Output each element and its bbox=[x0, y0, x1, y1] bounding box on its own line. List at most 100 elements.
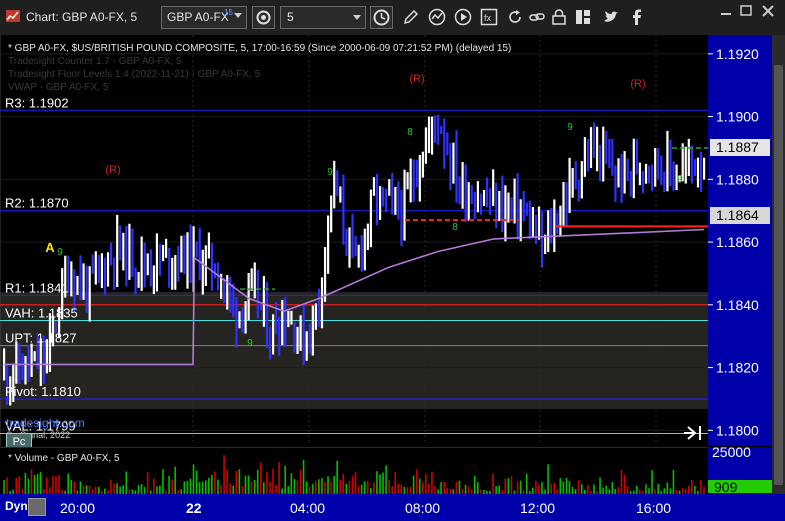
volume-bar bbox=[211, 474, 213, 494]
price-bar bbox=[626, 158, 629, 182]
maximize-icon[interactable] bbox=[738, 4, 754, 18]
volume-bar bbox=[226, 469, 228, 494]
formula-icon[interactable]: fx bbox=[480, 8, 498, 26]
price-bar bbox=[434, 115, 437, 143]
price-bar bbox=[262, 276, 266, 327]
volume-bar bbox=[18, 476, 21, 494]
study-icon[interactable] bbox=[428, 8, 446, 26]
lock-icon[interactable] bbox=[550, 8, 568, 26]
volume-bar bbox=[458, 480, 461, 494]
volume-bar bbox=[256, 469, 259, 494]
chevron-down-icon[interactable] bbox=[234, 13, 242, 18]
play-icon[interactable] bbox=[454, 8, 472, 26]
refresh-icon[interactable] bbox=[506, 8, 524, 26]
volume-bar bbox=[394, 472, 397, 494]
price-bar bbox=[440, 125, 443, 134]
price-bar bbox=[103, 257, 107, 295]
volume-bar bbox=[55, 475, 57, 494]
volume-bar bbox=[694, 485, 696, 494]
volume-bar bbox=[379, 474, 381, 494]
close-icon[interactable] bbox=[760, 4, 776, 18]
volume-chart[interactable]: * Volume - GBP A0-FX, 5 25000 909 bbox=[0, 444, 785, 495]
vertical-scrollbar[interactable] bbox=[772, 35, 785, 494]
price-bar bbox=[412, 159, 415, 203]
price-bar bbox=[290, 310, 293, 325]
price-bar bbox=[241, 306, 244, 333]
volume-bar bbox=[275, 484, 277, 494]
volume-bar bbox=[269, 481, 271, 494]
volume-bar bbox=[321, 478, 323, 494]
clock-icon bbox=[373, 9, 390, 26]
price-bar bbox=[323, 247, 327, 302]
volume-bar bbox=[223, 455, 225, 494]
volume-bar bbox=[357, 486, 360, 494]
a-marker: A bbox=[45, 240, 55, 255]
price-bar bbox=[378, 186, 382, 220]
volume-bar bbox=[657, 483, 659, 494]
volume-bar bbox=[58, 474, 60, 494]
volume-last-value: 909 bbox=[714, 479, 738, 494]
volume-bar bbox=[348, 481, 351, 494]
price-bar bbox=[406, 172, 409, 190]
price-bar bbox=[430, 116, 434, 155]
link-icon[interactable] bbox=[528, 8, 546, 26]
time-axis[interactable]: Dyn 20:00 22 04:00 08:00 12:00 16:00 bbox=[0, 494, 785, 521]
layout-icon[interactable] bbox=[574, 8, 592, 26]
interval-settings-button[interactable] bbox=[252, 6, 275, 29]
price-bar bbox=[363, 228, 366, 271]
price-chart[interactable]: 9 9 9 8 8 9 9 * GBP A0-FX, $US/BRITISH POUND C… bbox=[0, 35, 785, 446]
price-bar bbox=[226, 275, 229, 310]
dynamic-settings-icon[interactable] bbox=[28, 498, 46, 516]
twitter-icon[interactable] bbox=[602, 8, 620, 26]
price-bar bbox=[461, 161, 464, 209]
volume-bar bbox=[363, 481, 366, 494]
volume-bar bbox=[440, 482, 442, 494]
price-bar bbox=[275, 301, 278, 334]
volume-bar bbox=[3, 480, 5, 494]
facebook-icon[interactable] bbox=[628, 8, 646, 26]
minimize-icon[interactable] bbox=[718, 4, 734, 18]
price-bar bbox=[479, 193, 483, 215]
interval-input[interactable]: 5 bbox=[280, 6, 366, 29]
price-bar bbox=[232, 283, 235, 318]
price-panel[interactable]: 9 9 9 8 8 9 9 * GBP A0-FX, $US/BRITISH POUND C… bbox=[0, 35, 785, 451]
volume-bar bbox=[397, 483, 400, 494]
volume-bar bbox=[82, 485, 85, 494]
volume-bar bbox=[428, 483, 430, 494]
price-bar bbox=[271, 314, 275, 355]
price-bar bbox=[109, 242, 113, 266]
time-template-button[interactable] bbox=[370, 6, 393, 29]
price-tick-label: 1.1840 bbox=[716, 297, 759, 313]
volume-panel[interactable]: * Volume - GBP A0-FX, 5 25000 909 bbox=[0, 444, 785, 495]
price-bar bbox=[88, 266, 91, 322]
price-bar bbox=[418, 154, 421, 202]
scrollbar-thumb[interactable] bbox=[774, 65, 783, 485]
price-bar bbox=[623, 151, 626, 194]
symbol-input[interactable]: GBP A0-FX 15 bbox=[161, 6, 247, 29]
volume-bar bbox=[244, 475, 247, 494]
price-bar bbox=[360, 234, 363, 272]
volume-bar bbox=[495, 486, 497, 494]
price-bar bbox=[250, 268, 253, 291]
price-bar bbox=[372, 177, 376, 196]
volume-bar bbox=[703, 486, 705, 494]
pencil-icon[interactable] bbox=[402, 8, 420, 26]
price-bar bbox=[155, 233, 159, 292]
volume-bar bbox=[336, 460, 338, 494]
price-bar bbox=[128, 223, 131, 280]
chevron-down-icon[interactable] bbox=[353, 15, 361, 20]
volume-bar bbox=[247, 475, 250, 494]
volume-bar bbox=[645, 484, 647, 494]
price-bar bbox=[605, 130, 608, 164]
price-bar bbox=[476, 181, 479, 213]
price-bar bbox=[540, 211, 544, 268]
volume-bar bbox=[351, 475, 354, 494]
price-bar bbox=[641, 171, 645, 194]
volume-bar bbox=[700, 480, 702, 494]
price-bar bbox=[464, 164, 467, 222]
price-bar bbox=[400, 189, 403, 247]
volume-bar bbox=[550, 483, 552, 494]
volume-bar bbox=[272, 468, 274, 494]
volume-bar bbox=[253, 479, 256, 494]
dynamic-label[interactable]: Dyn bbox=[5, 499, 28, 513]
